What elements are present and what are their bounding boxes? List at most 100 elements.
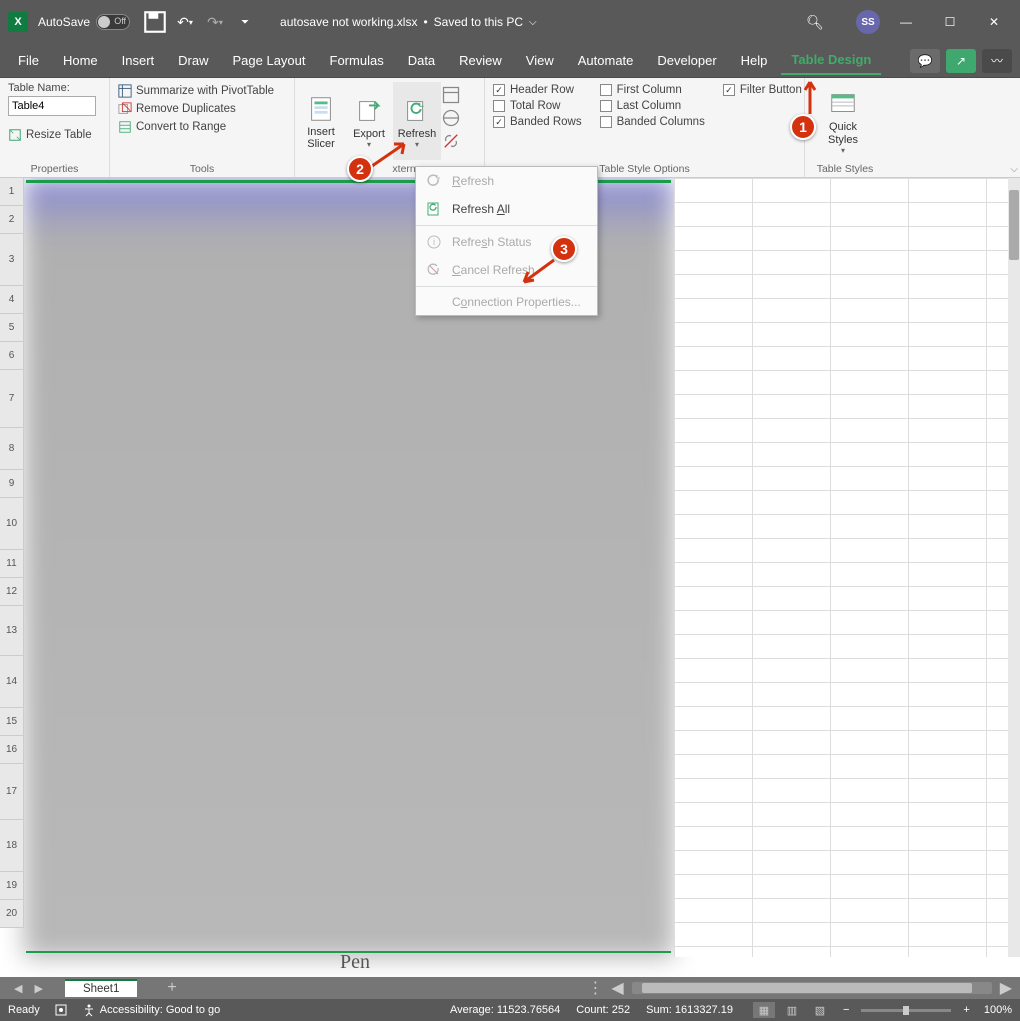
page-break-view-icon[interactable]: ▧ xyxy=(809,1002,831,1018)
tab-help[interactable]: Help xyxy=(731,47,778,74)
row-header[interactable]: 2 xyxy=(0,206,24,234)
add-sheet-icon[interactable]: + xyxy=(167,979,176,997)
close-icon[interactable]: ✕ xyxy=(976,8,1012,36)
horizontal-scrollbar[interactable] xyxy=(632,982,992,994)
status-average: Average: 11523.76564 xyxy=(450,1004,560,1016)
status-count: Count: 252 xyxy=(576,1004,630,1016)
row-header[interactable]: 12 xyxy=(0,578,24,606)
insert-slicer-button[interactable]: Insert Slicer xyxy=(297,82,345,160)
sheet-tab-sheet1[interactable]: Sheet1 xyxy=(65,979,137,997)
svg-text:i: i xyxy=(433,237,435,247)
quick-styles-button[interactable]: Quick Styles ▾ xyxy=(813,82,873,160)
unlink-icon[interactable] xyxy=(441,131,461,151)
properties-icon[interactable] xyxy=(441,85,461,105)
convert-to-range-button[interactable]: Convert to Range xyxy=(118,118,286,136)
zoom-in-icon[interactable]: + xyxy=(963,1004,969,1016)
callout-1: 1 xyxy=(790,114,816,140)
macro-recorder-icon[interactable] xyxy=(54,1003,68,1017)
search-icon[interactable]: 🔍︎ xyxy=(802,9,828,35)
filter-button-checkbox[interactable]: ✓Filter Button xyxy=(723,82,802,98)
minimize-icon[interactable]: — xyxy=(888,8,924,36)
scroll-right-icon[interactable]: ▶ xyxy=(1000,978,1012,998)
menu-refresh-all[interactable]: Refresh All xyxy=(416,195,597,223)
maximize-icon[interactable]: ☐ xyxy=(932,8,968,36)
mode-button[interactable]: 〰 xyxy=(982,49,1012,73)
tab-file[interactable]: File xyxy=(8,47,49,74)
open-browser-icon[interactable] xyxy=(441,108,461,128)
total-row-checkbox[interactable]: Total Row xyxy=(493,98,582,114)
menu-refresh: Refresh xyxy=(416,167,597,195)
remove-duplicates-button[interactable]: Remove Duplicates xyxy=(118,100,286,118)
summarize-pivot-button[interactable]: Summarize with PivotTable xyxy=(118,82,286,100)
tab-view[interactable]: View xyxy=(516,47,564,74)
chevron-down-icon: ▾ xyxy=(415,140,419,149)
row-header[interactable]: 15 xyxy=(0,708,24,736)
scroll-left-icon[interactable]: ◀ xyxy=(611,978,623,998)
page-layout-view-icon[interactable]: ▥ xyxy=(781,1002,803,1018)
save-icon[interactable] xyxy=(142,9,168,35)
row-header[interactable]: 5 xyxy=(0,314,24,342)
collapse-ribbon-icon[interactable]: ⌵ xyxy=(1010,164,1018,175)
tab-page-layout[interactable]: Page Layout xyxy=(223,47,316,74)
avatar[interactable]: SS xyxy=(856,10,880,34)
vertical-scrollbar[interactable] xyxy=(1008,178,1020,957)
tab-automate[interactable]: Automate xyxy=(568,47,644,74)
tab-data[interactable]: Data xyxy=(398,47,445,74)
row-header[interactable]: 13 xyxy=(0,606,24,656)
prev-sheet-icon[interactable]: ◀ xyxy=(8,982,28,995)
zoom-level[interactable]: 100% xyxy=(984,1004,1012,1016)
tab-table-design[interactable]: Table Design xyxy=(781,46,881,75)
titlebar: X AutoSave Off ↶▾ ↷▾ ⏷ autosave not work… xyxy=(0,0,1020,44)
row-header[interactable]: 14 xyxy=(0,656,24,708)
share-button[interactable]: ↗ xyxy=(946,49,976,73)
qat-dropdown-icon[interactable]: ⏷ xyxy=(232,9,258,35)
zoom-out-icon[interactable]: − xyxy=(843,1004,849,1016)
row-header[interactable]: 4 xyxy=(0,286,24,314)
accessibility-status[interactable]: Accessibility: Good to go xyxy=(82,1003,220,1017)
row-header[interactable]: 19 xyxy=(0,872,24,900)
row-header[interactable]: 1 xyxy=(0,178,24,206)
last-column-checkbox[interactable]: Last Column xyxy=(600,98,705,114)
row-header[interactable]: 17 xyxy=(0,764,24,820)
redo-icon[interactable]: ↷▾ xyxy=(202,9,228,35)
row-header[interactable]: 18 xyxy=(0,820,24,872)
tab-home[interactable]: Home xyxy=(53,47,108,74)
status-ready: Ready xyxy=(8,1004,40,1016)
empty-grid[interactable] xyxy=(674,178,1008,957)
tab-insert[interactable]: Insert xyxy=(112,47,165,74)
row-header[interactable]: 9 xyxy=(0,470,24,498)
row-header[interactable]: 11 xyxy=(0,550,24,578)
banded-rows-checkbox[interactable]: ✓Banded Rows xyxy=(493,114,582,130)
zoom-slider[interactable] xyxy=(861,1009,951,1012)
comments-button[interactable]: 💬 xyxy=(910,49,940,73)
document-title[interactable]: autosave not working.xlsx • Saved to thi… xyxy=(280,15,537,29)
chevron-down-icon[interactable]: ⌵ xyxy=(529,17,537,28)
statusbar: Ready Accessibility: Good to go Average:… xyxy=(0,999,1020,1021)
banded-columns-checkbox[interactable]: Banded Columns xyxy=(600,114,705,130)
row-headers: 1234567891011121314151617181920 xyxy=(0,178,24,928)
row-header[interactable]: 6 xyxy=(0,342,24,370)
row-header[interactable]: 7 xyxy=(0,370,24,428)
row-header[interactable]: 20 xyxy=(0,900,24,928)
row-header[interactable]: 16 xyxy=(0,736,24,764)
tab-developer[interactable]: Developer xyxy=(647,47,726,74)
toggle-switch[interactable]: Off xyxy=(96,14,130,30)
row-header[interactable]: 8 xyxy=(0,428,24,470)
header-row-checkbox[interactable]: ✓Header Row xyxy=(493,82,582,98)
tab-review[interactable]: Review xyxy=(449,47,512,74)
resize-table-button[interactable]: Resize Table xyxy=(8,126,101,144)
table-name-input[interactable] xyxy=(8,96,96,116)
row-header[interactable]: 3 xyxy=(0,234,24,286)
tab-formulas[interactable]: Formulas xyxy=(320,47,394,74)
row-header[interactable]: 10 xyxy=(0,498,24,550)
callout-2: 2 xyxy=(347,156,373,182)
callout-3: 3 xyxy=(551,236,577,262)
normal-view-icon[interactable]: ▦ xyxy=(753,1002,775,1018)
tab-menu-icon[interactable]: ⋮ xyxy=(587,978,603,998)
next-sheet-icon[interactable]: ▶ xyxy=(28,982,48,995)
ribbon-tabs: File Home Insert Draw Page Layout Formul… xyxy=(0,44,1020,78)
undo-icon[interactable]: ↶▾ xyxy=(172,9,198,35)
autosave-toggle[interactable]: AutoSave Off xyxy=(38,14,130,30)
first-column-checkbox[interactable]: First Column xyxy=(600,82,705,98)
tab-draw[interactable]: Draw xyxy=(168,47,218,74)
